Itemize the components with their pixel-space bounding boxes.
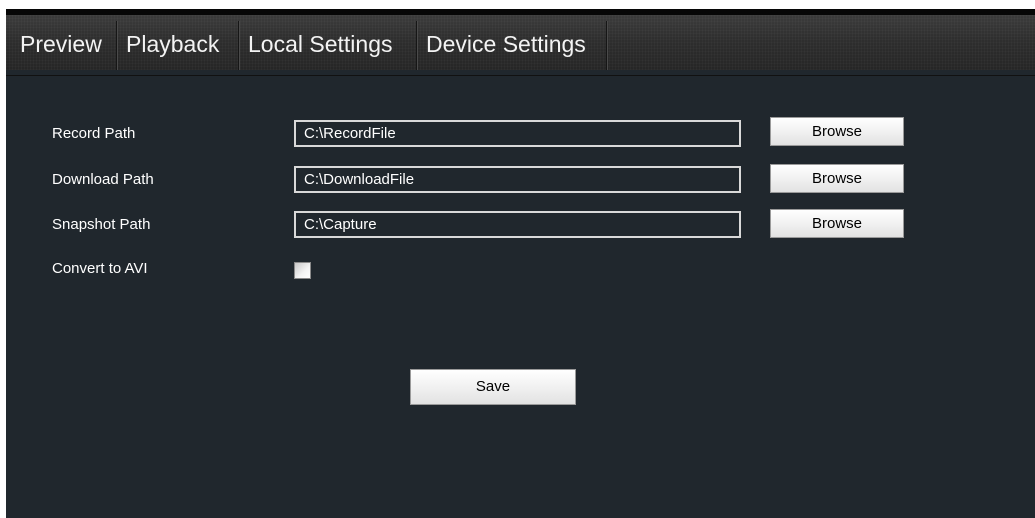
snapshot-path-input[interactable]: C:\Capture bbox=[294, 211, 741, 238]
settings-window: Preview Playback Local Settings Device S… bbox=[6, 9, 1035, 518]
convert-to-avi-label: Convert to AVI bbox=[52, 260, 148, 277]
tab-local-settings[interactable]: Local Settings bbox=[242, 21, 398, 68]
tab-bar: Preview Playback Local Settings Device S… bbox=[6, 9, 1035, 76]
tab-separator bbox=[416, 21, 417, 70]
download-path-input[interactable]: C:\DownloadFile bbox=[294, 166, 741, 193]
record-path-input[interactable]: C:\RecordFile bbox=[294, 120, 741, 147]
download-path-browse-button[interactable]: Browse bbox=[770, 164, 904, 193]
download-path-label: Download Path bbox=[52, 171, 154, 188]
tab-separator bbox=[238, 21, 239, 70]
snapshot-path-label: Snapshot Path bbox=[52, 216, 151, 233]
tab-device-settings[interactable]: Device Settings bbox=[420, 21, 592, 68]
convert-to-avi-checkbox[interactable] bbox=[294, 262, 311, 279]
tab-playback[interactable]: Playback bbox=[120, 21, 225, 68]
save-button[interactable]: Save bbox=[410, 369, 576, 405]
tab-separator bbox=[606, 21, 607, 70]
tab-preview[interactable]: Preview bbox=[14, 21, 108, 68]
tab-separator bbox=[116, 21, 117, 70]
record-path-label: Record Path bbox=[52, 125, 136, 142]
snapshot-path-browse-button[interactable]: Browse bbox=[770, 209, 904, 238]
record-path-browse-button[interactable]: Browse bbox=[770, 117, 904, 146]
